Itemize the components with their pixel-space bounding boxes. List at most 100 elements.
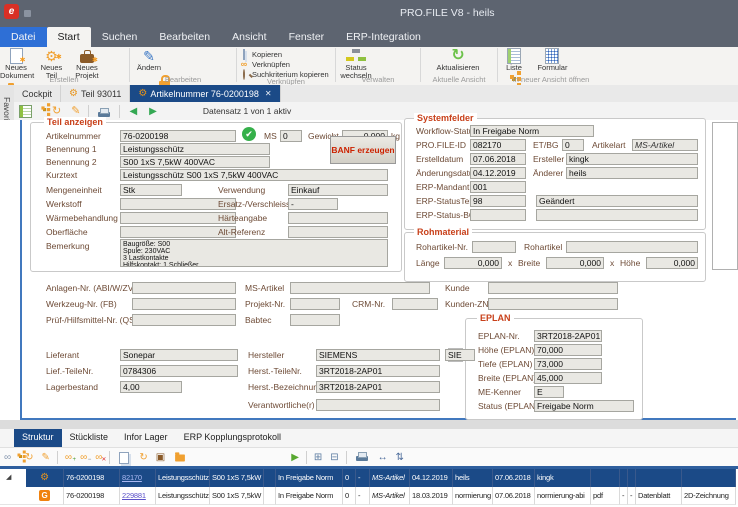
refresh-icon[interactable]: ↻ bbox=[25, 453, 33, 463]
tab-artikelnummer[interactable]: ⚙ Artikelnummer 76-0200198 ✕ bbox=[130, 85, 280, 102]
pruef-hilfsmittel-field[interactable] bbox=[132, 314, 236, 326]
ersteller-field[interactable]: kingk bbox=[566, 153, 698, 165]
link-remove-icon[interactable]: ∞− bbox=[80, 453, 87, 463]
kunden-znr-field[interactable] bbox=[488, 298, 618, 310]
erp-statusteil-field[interactable]: 98 bbox=[470, 195, 526, 207]
anlagen-nr-field[interactable] bbox=[132, 282, 236, 294]
menu-ansicht[interactable]: Ansicht bbox=[221, 27, 277, 47]
tab-infor-lager[interactable]: Infor Lager bbox=[116, 429, 176, 447]
link-add-icon[interactable]: ∞+ bbox=[65, 453, 72, 463]
artikelnummer-field[interactable]: 76-0200198 bbox=[120, 130, 236, 142]
hierarchy-icon[interactable] bbox=[18, 453, 21, 456]
eplan-breite-field[interactable]: 45,000 bbox=[534, 372, 602, 384]
paste-icon[interactable]: ▣ bbox=[156, 453, 165, 463]
breite-field[interactable]: 0,000 bbox=[546, 257, 604, 269]
table-row[interactable]: G 76-0200198 229881 Leistungsschütz S00 … bbox=[0, 487, 738, 505]
erp-status-bom-field[interactable] bbox=[470, 209, 526, 221]
search-go-icon[interactable]: ▶ bbox=[291, 453, 299, 463]
babtec-field[interactable] bbox=[290, 314, 340, 326]
ms-field[interactable]: 0 bbox=[280, 130, 302, 142]
table-row[interactable]: ◢ ⚙ 76-0200198 82170 Leistungsschütz S00… bbox=[0, 469, 738, 487]
aktualisieren-button[interactable]: ↻ Aktualisieren bbox=[422, 47, 494, 72]
etbg-field[interactable]: 0 bbox=[562, 139, 584, 151]
edit-icon[interactable]: ✎ bbox=[42, 453, 50, 463]
profile-id-link[interactable]: 229881 bbox=[120, 487, 156, 505]
lieferant-field[interactable]: Sonepar bbox=[120, 349, 238, 361]
refresh-icon[interactable]: ↻ bbox=[52, 106, 61, 117]
menu-erp-integration[interactable]: ERP-Integration bbox=[335, 27, 432, 47]
link-delete-icon[interactable]: ∞✕ bbox=[95, 453, 102, 463]
lief-teilenr-field[interactable]: 0784306 bbox=[120, 365, 238, 377]
edit-icon[interactable]: ✎ bbox=[71, 106, 80, 117]
verantwortlicher-field[interactable] bbox=[316, 399, 440, 411]
next-record-icon[interactable]: ▶ bbox=[149, 106, 157, 117]
crm-nr-field[interactable] bbox=[392, 298, 438, 310]
profile-id-field[interactable]: 082170 bbox=[470, 139, 526, 151]
projekt-nr-field[interactable] bbox=[290, 298, 340, 310]
rohartikel-nr-field[interactable] bbox=[472, 241, 516, 253]
haerteangabe-field[interactable] bbox=[288, 212, 388, 224]
menu-bearbeiten[interactable]: Bearbeiten bbox=[148, 27, 221, 47]
tab-cockpit[interactable]: Cockpit bbox=[14, 85, 61, 102]
fit-width-icon[interactable]: ↔ bbox=[378, 453, 388, 463]
workflow-status-field[interactable]: In Freigabe Norm bbox=[470, 125, 594, 137]
collapse-all-icon[interactable]: ⊟ bbox=[330, 453, 338, 463]
hierarchy-icon[interactable] bbox=[41, 106, 44, 109]
tree-expand-icon[interactable]: ◢ bbox=[0, 469, 26, 487]
ersatz-field[interactable]: - bbox=[288, 198, 338, 210]
tab-teil-93011[interactable]: ⚙ Teil 93011 bbox=[61, 85, 130, 102]
artikelart-field[interactable]: MS-Artikel bbox=[632, 139, 698, 151]
menu-fenster[interactable]: Fenster bbox=[278, 27, 336, 47]
aendern-button[interactable]: ✎ Ändern bbox=[131, 47, 167, 72]
eplan-hoehe-field[interactable]: 70,000 bbox=[534, 344, 602, 356]
copy-structure-icon[interactable] bbox=[119, 452, 129, 464]
folder-move-icon[interactable] bbox=[175, 454, 185, 461]
kunde-field[interactable] bbox=[488, 282, 618, 294]
menu-datei[interactable]: Datei bbox=[0, 27, 47, 47]
erp-mandant-field[interactable]: 001 bbox=[470, 181, 526, 193]
banf-erzeugen-button[interactable]: BANF erzeugen bbox=[330, 136, 396, 164]
insert-link-icon[interactable]: ↻ bbox=[139, 453, 147, 463]
benennung2-field[interactable]: S00 1xS 7,5kW 400VAC bbox=[120, 156, 270, 168]
export-table-icon[interactable] bbox=[19, 105, 32, 118]
menu-start[interactable]: Start bbox=[47, 27, 91, 47]
preview-panel[interactable] bbox=[712, 122, 738, 270]
tab-erp-kopplungsprotokoll[interactable]: ERP Kopplungsprotokoll bbox=[176, 429, 289, 447]
hoehe-field[interactable]: 0,000 bbox=[646, 257, 698, 269]
erp-statusteil-text-field[interactable]: Geändert bbox=[536, 195, 698, 207]
aenderer-field[interactable]: heils bbox=[566, 167, 698, 179]
aenderungsdatum-field[interactable]: 04.12.2019 bbox=[470, 167, 526, 179]
close-tab-icon[interactable]: ✕ bbox=[265, 89, 272, 98]
kurztext-field[interactable]: Leistungsschütz S00 1xS 7,5kW 400VAC bbox=[120, 169, 388, 181]
print-icon[interactable] bbox=[98, 112, 110, 117]
ms-artikel-field[interactable] bbox=[290, 282, 430, 294]
laenge-field[interactable]: 0,000 bbox=[444, 257, 502, 269]
lagerbestand-field[interactable]: 4,00 bbox=[120, 381, 182, 393]
erp-status-bom-text-field[interactable] bbox=[536, 209, 698, 221]
verwendung-field[interactable]: Einkauf bbox=[288, 184, 388, 196]
hersteller-field[interactable]: SIEMENS bbox=[316, 349, 440, 361]
benennung1-field[interactable]: Leistungsschütz bbox=[120, 143, 270, 155]
werkzeug-nr-field[interactable] bbox=[132, 298, 236, 310]
tab-stueckliste[interactable]: Stückliste bbox=[62, 429, 117, 447]
expand-all-icon[interactable]: ⊞ bbox=[314, 453, 322, 463]
sort-icon[interactable]: ⇅ bbox=[396, 453, 404, 463]
menu-suchen[interactable]: Suchen bbox=[91, 27, 149, 47]
kopieren-button[interactable]: Kopieren bbox=[238, 49, 334, 59]
verknuepfen-button[interactable]: ∞ Verknüpfen bbox=[238, 59, 334, 69]
previous-record-icon[interactable]: ◀ bbox=[129, 106, 137, 117]
tab-struktur[interactable]: Struktur bbox=[14, 429, 62, 447]
rohartikel-field[interactable] bbox=[566, 241, 698, 253]
alt-referenz-field[interactable] bbox=[288, 226, 388, 238]
bemerkung-field[interactable]: Baugröße: S00 Spule: 230VAC 3 Lastkontak… bbox=[120, 239, 388, 267]
me-kenner-field[interactable]: E bbox=[534, 386, 564, 398]
mengeneinheit-field[interactable]: Stk bbox=[120, 184, 182, 196]
formular-button[interactable]: Formular bbox=[533, 47, 571, 72]
link-part-icon[interactable]: ∞ bbox=[4, 453, 11, 463]
quick-access-icon[interactable] bbox=[24, 10, 31, 17]
eplan-nr-field[interactable]: 3RT2018-2AP01 bbox=[534, 330, 602, 342]
print-icon[interactable] bbox=[356, 456, 368, 461]
eplan-tiefe-field[interactable]: 73,000 bbox=[534, 358, 602, 370]
herst-teilenr-field[interactable]: 3RT2018-2AP01 bbox=[316, 365, 440, 377]
herst-bezeichnung-field[interactable]: 3RT2018-2AP01 bbox=[316, 381, 440, 393]
